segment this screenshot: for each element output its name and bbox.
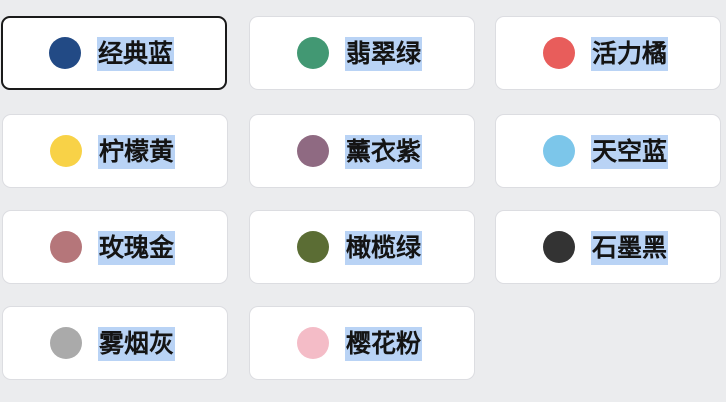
swatch-label: 经典蓝	[97, 37, 175, 71]
color-dot-icon	[543, 37, 575, 69]
swatch-label: 玫瑰金	[98, 231, 176, 265]
swatch-label: 雾烟灰	[98, 327, 176, 361]
swatch-label: 翡翠绿	[345, 37, 423, 71]
swatch-card-sakura-pink[interactable]: 樱花粉	[249, 306, 475, 380]
swatch-card-lavender-purple[interactable]: 薰衣紫	[249, 114, 475, 188]
swatch-card-classic-blue[interactable]: 经典蓝	[1, 16, 227, 90]
swatch-card-mist-gray[interactable]: 雾烟灰	[2, 306, 228, 380]
swatch-label: 薰衣紫	[345, 135, 423, 169]
swatch-card-emerald-green[interactable]: 翡翠绿	[249, 16, 475, 90]
color-dot-icon	[297, 327, 329, 359]
swatch-card-sky-blue[interactable]: 天空蓝	[495, 114, 721, 188]
swatch-label: 柠檬黄	[98, 135, 176, 169]
color-dot-icon	[50, 135, 82, 167]
swatch-label: 橄榄绿	[345, 231, 423, 265]
swatch-card-lemon-yellow[interactable]: 柠檬黄	[2, 114, 228, 188]
color-dot-icon	[297, 135, 329, 167]
color-palette-grid: 经典蓝 翡翠绿 活力橘 柠檬黄 薰衣紫 天空蓝 玫瑰金 橄榄绿 石墨黑 雾烟灰	[0, 0, 726, 402]
color-dot-icon	[50, 327, 82, 359]
swatch-label: 樱花粉	[345, 327, 423, 361]
swatch-card-rose-gold[interactable]: 玫瑰金	[2, 210, 228, 284]
color-dot-icon	[50, 231, 82, 263]
color-dot-icon	[543, 231, 575, 263]
color-dot-icon	[297, 37, 329, 69]
swatch-card-vibrant-orange[interactable]: 活力橘	[495, 16, 721, 90]
color-dot-icon	[49, 37, 81, 69]
swatch-label: 石墨黑	[591, 231, 669, 265]
color-dot-icon	[297, 231, 329, 263]
swatch-card-graphite-black[interactable]: 石墨黑	[495, 210, 721, 284]
swatch-label: 活力橘	[591, 37, 669, 71]
swatch-card-olive-green[interactable]: 橄榄绿	[249, 210, 475, 284]
color-dot-icon	[543, 135, 575, 167]
swatch-label: 天空蓝	[591, 135, 669, 169]
